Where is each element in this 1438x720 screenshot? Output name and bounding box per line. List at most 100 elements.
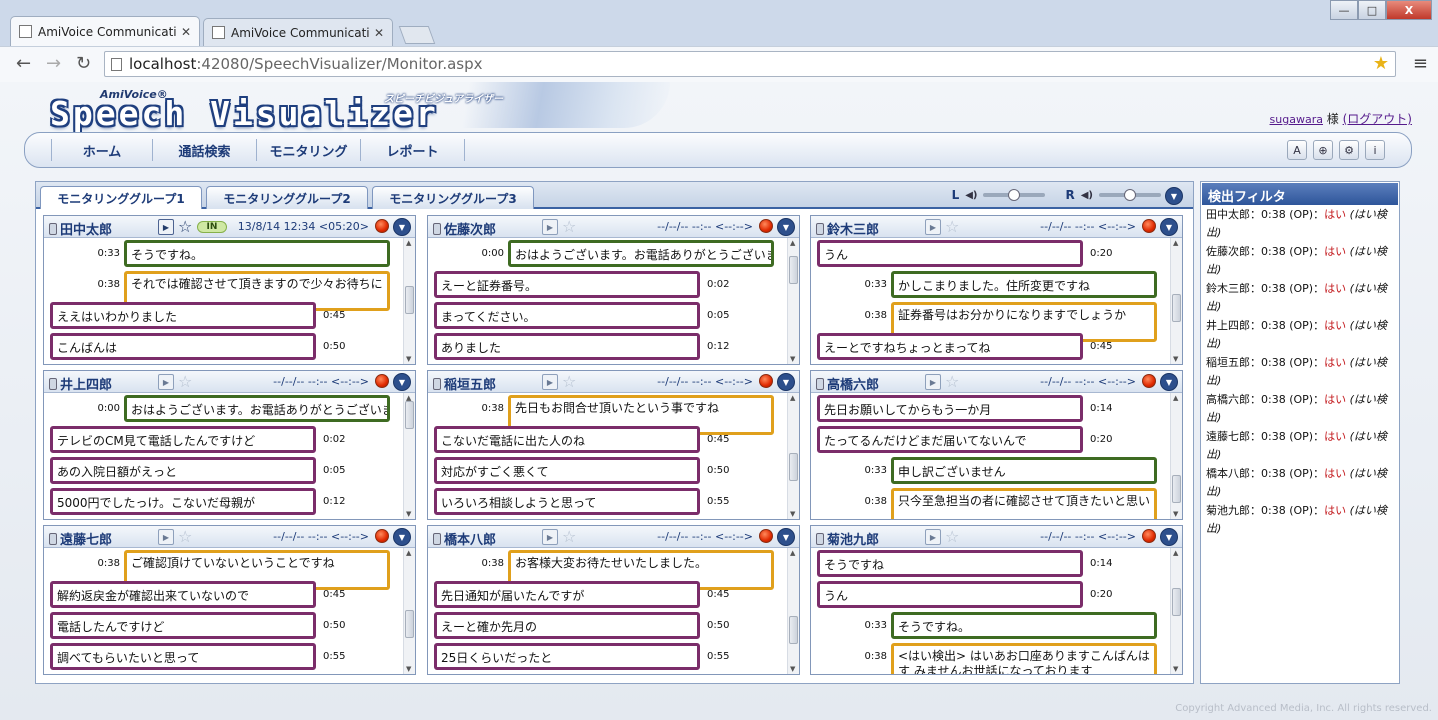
customer-utterance[interactable]: 5000円でしたっけ。こないだ母親が bbox=[50, 488, 316, 515]
tab-monitoring-group-2[interactable]: モニタリンググループ2 bbox=[206, 186, 368, 209]
star-icon[interactable]: ☆ bbox=[562, 372, 576, 391]
record-icon[interactable] bbox=[759, 529, 773, 543]
record-icon[interactable] bbox=[759, 219, 773, 233]
play-icon[interactable]: ▶ bbox=[158, 219, 174, 235]
address-bar[interactable]: localhost:42080/SpeechVisualizer/Monitor… bbox=[104, 51, 1396, 77]
browser-menu-icon[interactable]: ≡ bbox=[1413, 53, 1428, 74]
record-icon[interactable] bbox=[759, 374, 773, 388]
customer-utterance[interactable]: まってください。 bbox=[434, 302, 700, 329]
scrollbar[interactable]: ▲ ▼ bbox=[787, 393, 799, 519]
forward-arrow-icon[interactable]: → bbox=[46, 53, 61, 74]
record-icon[interactable] bbox=[1142, 374, 1156, 388]
customer-utterance[interactable]: 先日通知が届いたんですが bbox=[434, 581, 700, 608]
add-icon[interactable]: ⊕ bbox=[1313, 140, 1333, 160]
scrollbar[interactable]: ▲ ▼ bbox=[1170, 393, 1182, 519]
user-name-link[interactable]: sugawara bbox=[1270, 113, 1323, 126]
logout-link[interactable]: (ログアウト) bbox=[1343, 112, 1412, 126]
slider-thumb[interactable] bbox=[1124, 189, 1136, 201]
operator-utterance[interactable]: 只今至急担当の者に確認させて頂きたいと思い bbox=[891, 488, 1157, 519]
nav-call-search[interactable]: 通話検索 bbox=[153, 139, 257, 161]
scroll-up-icon[interactable]: ▲ bbox=[406, 239, 411, 247]
chevron-down-icon[interactable]: ▼ bbox=[1160, 528, 1178, 546]
filter-entry[interactable]: 田中太郎：0:38 (OP)：はい (はい検出) bbox=[1201, 206, 1399, 242]
scroll-up-icon[interactable]: ▲ bbox=[790, 239, 795, 247]
customer-utterance[interactable]: 25日くらいだったと bbox=[434, 643, 700, 670]
operator-utterance[interactable]: そうですね。 bbox=[124, 240, 390, 267]
scroll-down-icon[interactable]: ▼ bbox=[1173, 665, 1178, 673]
play-icon[interactable]: ▶ bbox=[158, 529, 174, 545]
star-icon[interactable]: ☆ bbox=[562, 217, 576, 236]
gear-icon[interactable]: ⚙ bbox=[1339, 140, 1359, 160]
scrollbar-thumb[interactable] bbox=[789, 256, 798, 284]
info-icon[interactable]: i bbox=[1365, 140, 1385, 160]
scroll-down-icon[interactable]: ▼ bbox=[406, 510, 411, 518]
play-icon[interactable]: ▶ bbox=[542, 219, 558, 235]
scrollbar-thumb[interactable] bbox=[1172, 475, 1181, 503]
scroll-down-icon[interactable]: ▼ bbox=[1173, 355, 1178, 363]
window-close-button[interactable]: X bbox=[1386, 0, 1432, 20]
nav-monitoring[interactable]: モニタリング bbox=[257, 139, 361, 161]
close-icon[interactable]: ✕ bbox=[181, 25, 191, 39]
customer-utterance[interactable]: 対応がすごく悪くて bbox=[434, 457, 700, 484]
scrollbar-thumb[interactable] bbox=[1172, 588, 1181, 616]
scroll-down-icon[interactable]: ▼ bbox=[406, 355, 411, 363]
customer-utterance[interactable]: えーと証券番号。 bbox=[434, 271, 700, 298]
scrollbar[interactable]: ▲ ▼ bbox=[403, 548, 415, 674]
tab-monitoring-group-1[interactable]: モニタリンググループ1 bbox=[40, 186, 202, 209]
customer-utterance[interactable]: 解約返戻金が確認出来ていないので bbox=[50, 581, 316, 608]
star-icon[interactable]: ☆ bbox=[562, 527, 576, 546]
filter-entry[interactable]: 菊池九郎：0:38 (OP)：はい (はい検出) bbox=[1201, 502, 1399, 538]
scrollbar-thumb[interactable] bbox=[789, 616, 798, 644]
scrollbar[interactable]: ▲ ▼ bbox=[787, 238, 799, 364]
customer-utterance[interactable]: テレビのCM見て電話したんですけど bbox=[50, 426, 316, 453]
scroll-down-icon[interactable]: ▼ bbox=[406, 665, 411, 673]
chevron-down-icon[interactable]: ▼ bbox=[393, 218, 411, 236]
scroll-down-icon[interactable]: ▼ bbox=[790, 665, 795, 673]
scroll-up-icon[interactable]: ▲ bbox=[790, 549, 795, 557]
scrollbar-thumb[interactable] bbox=[1172, 294, 1181, 322]
tab-monitoring-group-3[interactable]: モニタリンググループ3 bbox=[372, 186, 534, 209]
slider-thumb[interactable] bbox=[1008, 189, 1021, 201]
filter-entry[interactable]: 鈴木三郎：0:38 (OP)：はい (はい検出) bbox=[1201, 280, 1399, 316]
scroll-up-icon[interactable]: ▲ bbox=[1173, 549, 1178, 557]
customer-utterance[interactable]: あの入院日額がえっと bbox=[50, 457, 316, 484]
customer-utterance[interactable]: ええはいわかりました bbox=[50, 302, 316, 329]
star-icon[interactable]: ☆ bbox=[945, 527, 959, 546]
scrollbar[interactable]: ▲ ▼ bbox=[403, 393, 415, 519]
play-icon[interactable]: ▶ bbox=[925, 374, 941, 390]
maximize-button[interactable]: □ bbox=[1358, 0, 1386, 20]
customer-utterance[interactable]: いろいろ相談しようと思って bbox=[434, 488, 700, 515]
record-icon[interactable] bbox=[375, 529, 389, 543]
customer-utterance[interactable]: えーと確か先月の bbox=[434, 612, 700, 639]
scroll-down-icon[interactable]: ▼ bbox=[1173, 510, 1178, 518]
chevron-down-icon[interactable]: ▼ bbox=[777, 218, 795, 236]
bookmark-star-icon[interactable]: ★ bbox=[1373, 53, 1389, 74]
scrollbar-thumb[interactable] bbox=[405, 610, 414, 638]
star-icon[interactable]: ☆ bbox=[945, 217, 959, 236]
scrollbar-thumb[interactable] bbox=[405, 286, 414, 314]
scroll-up-icon[interactable]: ▲ bbox=[1173, 394, 1178, 402]
filter-entry[interactable]: 遠藤七郎：0:38 (OP)：はい (はい検出) bbox=[1201, 428, 1399, 464]
scroll-down-icon[interactable]: ▼ bbox=[790, 355, 795, 363]
filter-entry[interactable]: 高橋六郎：0:38 (OP)：はい (はい検出) bbox=[1201, 391, 1399, 427]
play-icon[interactable]: ▶ bbox=[158, 374, 174, 390]
customer-utterance[interactable]: こんばんは bbox=[50, 333, 316, 360]
star-icon[interactable]: ☆ bbox=[945, 372, 959, 391]
scroll-up-icon[interactable]: ▲ bbox=[790, 394, 795, 402]
play-icon[interactable]: ▶ bbox=[925, 219, 941, 235]
browser-tab-2[interactable]: AmiVoice Communicatio ✕ bbox=[203, 18, 393, 46]
star-icon[interactable]: ☆ bbox=[178, 217, 192, 236]
chevron-down-icon[interactable]: ▼ bbox=[777, 528, 795, 546]
scroll-down-icon[interactable]: ▼ bbox=[790, 510, 795, 518]
customer-utterance[interactable]: ありました bbox=[434, 333, 700, 360]
operator-utterance[interactable]: かしこまりました。住所変更ですね bbox=[891, 271, 1157, 298]
chevron-down-icon[interactable]: ▼ bbox=[1160, 373, 1178, 391]
star-icon[interactable]: ☆ bbox=[178, 527, 192, 546]
chevron-down-icon[interactable]: ▼ bbox=[393, 373, 411, 391]
operator-utterance[interactable]: <はい検出> はいあお口座ありますこんばんはす みませんお世話になっております bbox=[891, 643, 1157, 674]
customer-utterance[interactable]: 電話したんですけど bbox=[50, 612, 316, 639]
chevron-down-icon[interactable]: ▼ bbox=[777, 373, 795, 391]
reload-icon[interactable]: ↻ bbox=[76, 53, 91, 74]
record-icon[interactable] bbox=[375, 374, 389, 388]
play-icon[interactable]: ▶ bbox=[542, 529, 558, 545]
